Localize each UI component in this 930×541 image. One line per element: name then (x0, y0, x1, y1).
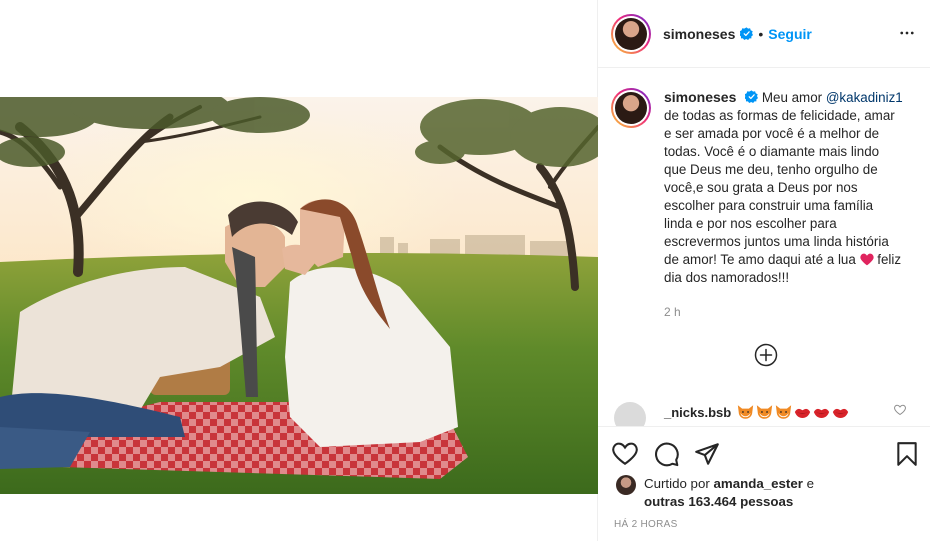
comment-row: _nicks.bsb (614, 398, 914, 434)
post-photo[interactable] (0, 97, 598, 494)
liker-username[interactable]: amanda_ester (713, 476, 802, 491)
likes-mid: e (802, 476, 815, 491)
post-media-panel (0, 0, 598, 541)
follow-button[interactable]: Seguir (768, 26, 812, 42)
caption-username[interactable]: simoneses (664, 89, 736, 105)
post-side-panel: simoneses • Seguir simoneses Meu amor @k… (598, 0, 930, 541)
plus-circle-icon[interactable] (754, 343, 778, 367)
red-heart-emoji-icon (859, 253, 874, 266)
more-options-icon[interactable] (898, 24, 916, 42)
post-timestamp[interactable]: HÁ 2 HORAS (614, 519, 678, 530)
liker-avatar[interactable] (616, 475, 636, 495)
likes-prefix: Curtido por (644, 476, 714, 491)
header-separator: • (758, 25, 764, 42)
post-actions: Curtido por amanda_ester e outras 163.46… (598, 426, 930, 541)
caption-text: simoneses Meu amor @kakadiniz1 de todas … (664, 88, 904, 287)
post-caption: simoneses Meu amor @kakadiniz1 de todas … (611, 88, 911, 287)
comment-like-heart-icon[interactable] (894, 404, 906, 416)
lips-emoji-icon (833, 408, 849, 418)
fox-emoji-icon (776, 405, 792, 419)
lips-emoji-icon (814, 408, 830, 418)
couple-picnic-photo (0, 97, 598, 494)
verified-badge-icon (740, 27, 754, 40)
commenter-username[interactable]: _nicks.bsb (664, 405, 731, 420)
caption-author-avatar[interactable] (611, 88, 651, 128)
author-avatar[interactable] (611, 13, 651, 54)
caption-mention-link[interactable]: @kakadiniz1 (826, 90, 903, 105)
author-username[interactable]: simoneses (663, 26, 735, 42)
comment-icon[interactable] (654, 441, 680, 467)
likes-summary: Curtido por amanda_ester e outras 163.46… (616, 475, 814, 511)
fox-emoji-icon (757, 405, 773, 419)
heart-outline-icon[interactable] (612, 441, 638, 467)
caption-time[interactable]: 2 h (664, 305, 681, 319)
comment-emojis (737, 404, 849, 420)
lips-emoji-icon (795, 408, 811, 418)
bookmark-icon[interactable] (894, 441, 920, 467)
verified-badge-icon (745, 90, 759, 103)
fox-emoji-icon (738, 405, 754, 419)
likes-others-link[interactable]: outras 163.464 pessoas (644, 494, 793, 509)
caption-text-start: Meu amor (761, 90, 826, 105)
send-icon[interactable] (694, 441, 720, 467)
caption-text-body: de todas as formas de felicidade, amar e… (664, 108, 895, 267)
post-header: simoneses • Seguir (598, 0, 930, 68)
